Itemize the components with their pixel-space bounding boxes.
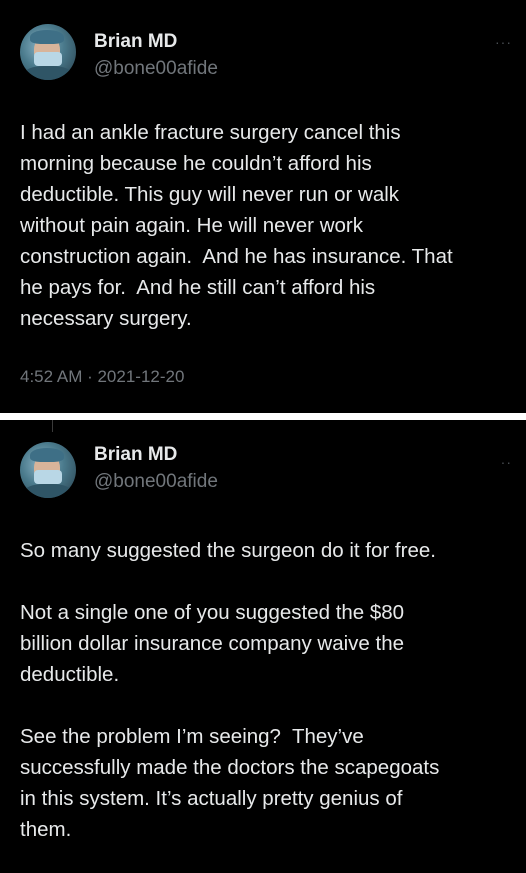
avatar-mask-shape: [34, 470, 62, 484]
tweet-text: I had an ankle fracture surgery cancel t…: [20, 121, 453, 330]
screenshot-divider: [0, 413, 526, 420]
more-dots-icon[interactable]: ··: [501, 454, 512, 470]
author-name[interactable]: Brian MD: [94, 444, 177, 466]
avatar[interactable]: [20, 24, 76, 80]
avatar-surgical-cap-shape: [30, 30, 64, 44]
avatar-mask-shape: [34, 52, 62, 66]
avatar-surgical-cap-shape: [30, 448, 64, 462]
thread-line: [52, 420, 53, 432]
more-dots-icon[interactable]: ···: [495, 34, 512, 50]
author-handle[interactable]: @bone00afide: [94, 58, 218, 80]
avatar-body-shape: [24, 66, 72, 80]
avatar[interactable]: [20, 442, 76, 498]
tweet-card[interactable]: Brian MD @bone00afide ·· So many suggest…: [0, 420, 526, 873]
tweet-timestamp[interactable]: 4:52 AM · 2021-12-20: [20, 367, 184, 387]
author-name[interactable]: Brian MD: [94, 31, 177, 53]
author-handle[interactable]: @bone00afide: [94, 471, 218, 493]
tweet-card[interactable]: Brian MD @bone00afide ··· I had an ankle…: [0, 0, 526, 413]
tweet-text: So many suggested the surgeon do it for …: [20, 539, 440, 841]
avatar-body-shape: [24, 484, 72, 498]
